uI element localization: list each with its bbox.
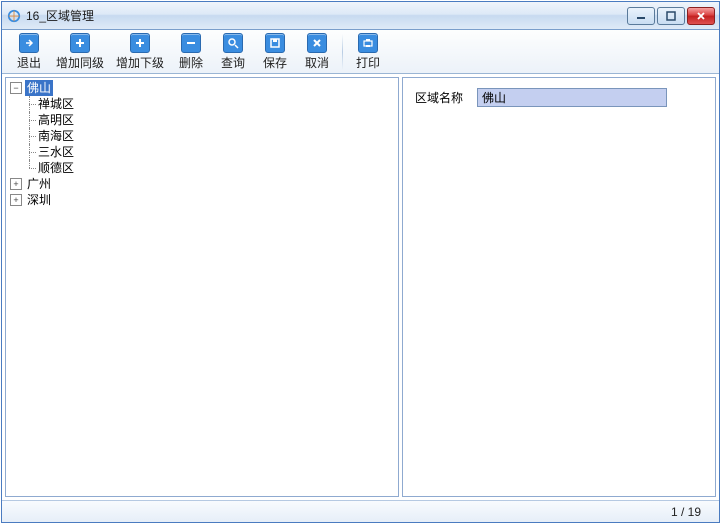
tree-node-label[interactable]: 三水区 bbox=[36, 144, 76, 160]
plus-icon bbox=[70, 33, 90, 53]
tree-node-label[interactable]: 南海区 bbox=[36, 128, 76, 144]
tree-panel[interactable]: − 佛山 禅城区 高明区 南海区 三水区 顺德区 + bbox=[5, 77, 399, 497]
tree-node-guangzhou[interactable]: + 广州 bbox=[10, 176, 394, 192]
exit-button[interactable]: 退出 bbox=[8, 31, 50, 73]
content-area: − 佛山 禅城区 高明区 南海区 三水区 顺德区 + bbox=[2, 74, 719, 500]
tree-node-shenzhen[interactable]: + 深圳 bbox=[10, 192, 394, 208]
statusbar: 1 / 19 bbox=[2, 500, 719, 522]
query-button[interactable]: 查询 bbox=[212, 31, 254, 73]
expand-toggle[interactable]: + bbox=[10, 194, 22, 206]
titlebar: 16_区域管理 bbox=[2, 2, 719, 30]
add-child-label: 增加下级 bbox=[116, 54, 164, 71]
tree-node-label: 佛山 bbox=[25, 80, 53, 96]
cancel-label: 取消 bbox=[305, 54, 329, 71]
app-icon bbox=[6, 8, 22, 24]
tree-node-label: 深圳 bbox=[25, 192, 53, 208]
tree-node-label[interactable]: 顺德区 bbox=[36, 160, 76, 176]
window-title: 16_区域管理 bbox=[26, 7, 627, 24]
save-icon bbox=[265, 33, 285, 53]
area-name-row: 区域名称 bbox=[415, 88, 703, 107]
save-label: 保存 bbox=[263, 54, 287, 71]
tree-node-label[interactable]: 禅城区 bbox=[36, 96, 76, 112]
form-panel: 区域名称 bbox=[402, 77, 716, 497]
add-child-button[interactable]: 增加下级 bbox=[110, 31, 170, 73]
save-button[interactable]: 保存 bbox=[254, 31, 296, 73]
print-button[interactable]: 打印 bbox=[347, 31, 389, 73]
collapse-toggle[interactable]: − bbox=[10, 82, 22, 94]
area-tree: − 佛山 禅城区 高明区 南海区 三水区 顺德区 + bbox=[10, 80, 394, 208]
window-controls bbox=[627, 7, 715, 25]
query-label: 查询 bbox=[221, 54, 245, 71]
add-sibling-button[interactable]: 增加同级 bbox=[50, 31, 110, 73]
area-name-label: 区域名称 bbox=[415, 89, 463, 106]
print-label: 打印 bbox=[356, 54, 380, 71]
maximize-button[interactable] bbox=[657, 7, 685, 25]
close-button[interactable] bbox=[687, 7, 715, 25]
exit-label: 退出 bbox=[17, 54, 41, 71]
pager-text: 1 / 19 bbox=[671, 505, 701, 519]
toolbar-separator bbox=[342, 34, 343, 70]
add-sibling-label: 增加同级 bbox=[56, 54, 104, 71]
cancel-button[interactable]: 取消 bbox=[296, 31, 338, 73]
minimize-button[interactable] bbox=[627, 7, 655, 25]
cancel-icon bbox=[307, 33, 327, 53]
app-window: 16_区域管理 退出 增加同级 增加下级 删除 bbox=[1, 1, 720, 523]
minus-icon bbox=[181, 33, 201, 53]
area-name-input[interactable] bbox=[477, 88, 667, 107]
expand-toggle[interactable]: + bbox=[10, 178, 22, 190]
exit-icon bbox=[19, 33, 39, 53]
tree-node-label[interactable]: 高明区 bbox=[36, 112, 76, 128]
delete-button[interactable]: 删除 bbox=[170, 31, 212, 73]
toolbar: 退出 增加同级 增加下级 删除 查询 保存 取消 打印 bbox=[2, 30, 719, 74]
delete-label: 删除 bbox=[179, 54, 203, 71]
print-icon bbox=[358, 33, 378, 53]
plus-icon bbox=[130, 33, 150, 53]
search-icon bbox=[223, 33, 243, 53]
tree-node-label: 广州 bbox=[25, 176, 53, 192]
tree-node-foshan[interactable]: − 佛山 bbox=[10, 80, 394, 96]
